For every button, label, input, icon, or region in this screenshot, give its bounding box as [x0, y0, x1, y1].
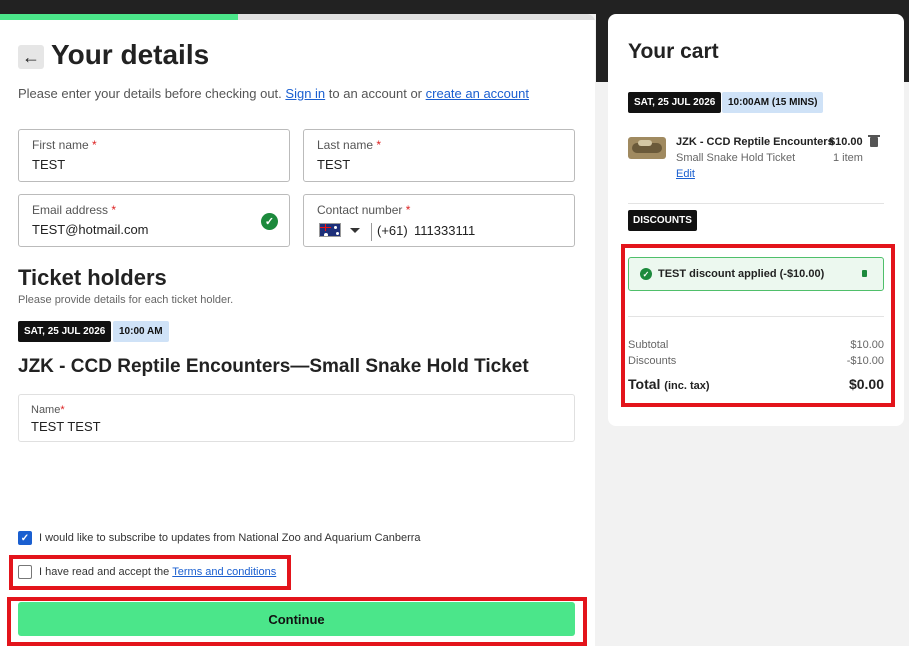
terms-checkbox[interactable]	[18, 565, 32, 579]
last-name-field[interactable]: Last name * TEST	[303, 129, 575, 182]
first-name-value: TEST	[32, 157, 66, 172]
terms-checkbox-row[interactable]: I have read and accept the Terms and con…	[18, 565, 276, 579]
progress-bar	[0, 14, 595, 20]
edit-link[interactable]: Edit	[676, 168, 695, 180]
discounts-value: -$10.00	[846, 355, 884, 367]
cart-date-badge: SAT, 25 JUL 2026	[628, 92, 722, 113]
name-value: TEST TEST	[31, 419, 101, 434]
ticket-title: JZK - CCD Reptile Encounters—Small Snake…	[18, 356, 529, 377]
total-label: Total	[628, 376, 661, 392]
email-field[interactable]: Email address * TEST@hotmail.com ✓	[18, 194, 290, 247]
ticket-holders-subtitle: Please provide details for each ticket h…	[18, 294, 234, 306]
first-name-label: First name *	[32, 138, 97, 152]
contact-number-value: 111333111	[414, 223, 476, 238]
total-tax-note: (inc. tax)	[664, 380, 710, 392]
create-account-link[interactable]: create an account	[426, 86, 529, 101]
subtotal-label: Subtotal	[628, 339, 669, 351]
country-code: (+61)	[377, 223, 408, 238]
cart-item-quantity: 1 item	[833, 152, 863, 164]
progress-fill	[0, 14, 238, 20]
chevron-down-icon[interactable]	[350, 228, 360, 233]
continue-button[interactable]: Continue	[18, 602, 575, 636]
sign-in-link[interactable]: Sign in	[285, 86, 325, 101]
subtotal-value: $10.00	[850, 339, 884, 351]
check-circle-icon: ✓	[261, 213, 278, 230]
divider	[371, 223, 372, 241]
discounts-badge: DISCOUNTS	[628, 210, 697, 231]
discount-applied-text: TEST discount applied (-$10.00)	[658, 268, 825, 280]
check-circle-icon: ✓	[640, 268, 652, 280]
back-button[interactable]: ←	[18, 45, 44, 69]
ticket-holder-name-field[interactable]: Name* TEST TEST	[18, 394, 575, 442]
time-badge: 10:00 AM	[113, 321, 169, 342]
cart-item-price: $10.00	[829, 136, 863, 148]
cart-time-badge: 10:00AM (15 MINS)	[722, 92, 824, 113]
email-label: Email address *	[32, 203, 117, 217]
subtotal-row: Subtotal $10.00	[628, 339, 884, 351]
contact-number-field[interactable]: Contact number * (+61) 111333111	[303, 194, 575, 247]
last-name-value: TEST	[317, 157, 351, 172]
discounts-label: Discounts	[628, 355, 677, 367]
terms-prefix: I have read and accept the	[39, 566, 170, 578]
trash-icon[interactable]	[868, 135, 880, 147]
cart-panel: Your cart SAT, 25 JUL 2026 10:00AM (15 M…	[608, 14, 904, 426]
details-panel: ← Your details Please enter your details…	[0, 14, 595, 646]
last-name-label: Last name *	[317, 138, 382, 152]
cart-item-subtitle: Small Snake Hold Ticket	[676, 152, 796, 164]
subscribe-checkbox-row[interactable]: ✓ I would like to subscribe to updates f…	[18, 531, 421, 545]
australia-flag-icon[interactable]	[319, 223, 341, 237]
snake-thumbnail	[628, 137, 666, 159]
subscribe-checkbox[interactable]: ✓	[18, 531, 32, 545]
total-value: $0.00	[848, 376, 884, 392]
discounts-row: Discounts -$10.00	[628, 355, 884, 367]
page-title: Your details	[51, 39, 210, 70]
total-row: Total (inc. tax) $0.00	[628, 376, 884, 392]
cart-title: Your cart	[628, 40, 719, 63]
name-label: Name*	[31, 404, 65, 416]
divider	[628, 203, 884, 204]
subscribe-label: I would like to subscribe to updates fro…	[39, 532, 421, 544]
terms-link[interactable]: Terms and conditions	[172, 566, 276, 578]
email-value: TEST@hotmail.com	[32, 222, 149, 237]
divider	[628, 316, 884, 317]
intro-text: Please enter your details before checkin…	[18, 86, 529, 101]
first-name-field[interactable]: First name * TEST	[18, 129, 290, 182]
cart-item-name: JZK - CCD Reptile Encounters	[676, 136, 834, 148]
remove-discount-icon[interactable]	[862, 270, 867, 277]
contact-number-label: Contact number *	[317, 203, 411, 217]
discount-applied-banner: ✓ TEST discount applied (-$10.00)	[628, 257, 884, 291]
arrow-left-icon: ←	[22, 46, 40, 67]
date-badge: SAT, 25 JUL 2026	[18, 321, 112, 342]
ticket-holders-title: Ticket holders	[18, 265, 167, 290]
